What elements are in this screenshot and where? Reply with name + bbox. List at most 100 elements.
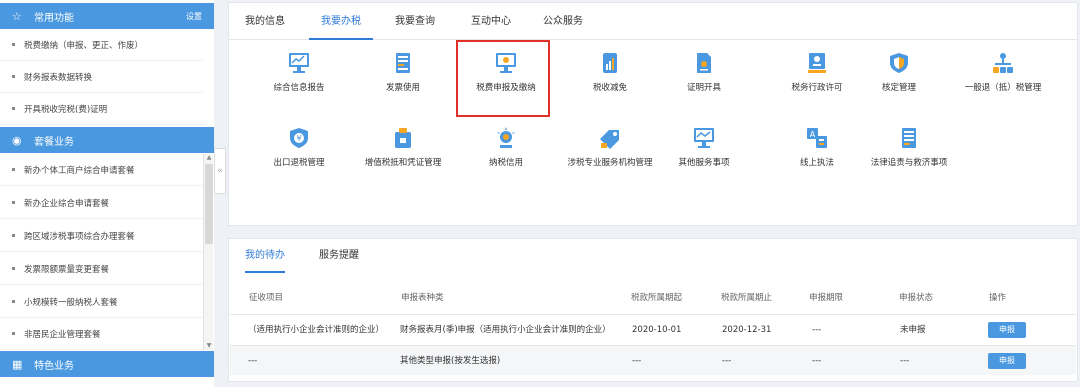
feature-legal-remedy[interactable]: 法律追责与救济事项: [849, 127, 969, 177]
cell-form-type: 其他类型申报(按发生选报): [400, 356, 501, 366]
feature-label: 出口退税管理: [273, 158, 325, 168]
collapse-sidebar-button[interactable]: «: [214, 148, 226, 194]
cell-levy-item: ---: [248, 356, 258, 366]
screen-icon: [694, 128, 714, 148]
sidebar-item-package[interactable]: 新办企业综合申请套餐: [0, 187, 203, 219]
bullet-icon: [12, 300, 15, 303]
bullet-icon: [12, 75, 15, 78]
chart-doc-icon: [603, 53, 617, 73]
feature-label: 纳税信用: [488, 158, 523, 168]
sidebar-item-package[interactable]: 发票限额票量变更套餐: [0, 253, 203, 285]
special-business-title: 特色业务: [34, 360, 74, 372]
col-status: 申报状态: [899, 293, 934, 303]
feature-label: 证明开具: [686, 83, 721, 93]
common-functions-title: 常用功能: [34, 12, 74, 24]
cell-levy-item: （适用执行小企业会计准则的企业）: [248, 325, 385, 335]
tab-query[interactable]: 我要查询: [383, 3, 447, 40]
svg-text:¥: ¥: [296, 134, 301, 143]
declare-button[interactable]: 申报: [988, 322, 1026, 338]
settings-link[interactable]: 设置: [186, 11, 202, 22]
tab-interaction[interactable]: 互动中心: [459, 3, 523, 40]
sidebar-item-package[interactable]: 跨区域涉税事项综合办理套餐: [0, 220, 203, 252]
tab-my-todo[interactable]: 我的待办: [245, 239, 285, 273]
feature-tax-credit[interactable]: 纳税信用: [451, 127, 561, 177]
monitor-chart-icon: [289, 53, 309, 73]
feature-vat-deduction[interactable]: 增值税抵和凭证管理: [348, 127, 458, 177]
declare-button[interactable]: 申报: [988, 353, 1026, 369]
shield-yen-icon: ¥: [290, 128, 308, 148]
tag-icon: [600, 130, 619, 149]
cell-period-end: ---: [722, 356, 732, 366]
sidebar-item-label: 非居民企业管理套餐: [24, 329, 101, 340]
tab-public-service[interactable]: 公众服务: [531, 3, 595, 40]
feature-export-refund[interactable]: ¥ 出口退税管理: [244, 127, 354, 177]
sidebar-item-report-conversion[interactable]: 财务报表数据转换: [0, 61, 203, 93]
bullet-icon: [12, 267, 15, 270]
feature-label: 核定管理: [881, 83, 916, 93]
tax-services-panel: 我的信息 我要办税 我要查询 互动中心 公众服务 综合信息报告 发票使用 税费申…: [228, 2, 1078, 226]
cell-period-start: ---: [632, 356, 642, 366]
sidebar-item-tax-certificate[interactable]: 开具税收完税(费)证明: [0, 93, 203, 125]
cell-status: 未申报: [900, 325, 926, 335]
col-period-end: 税款所属期止: [721, 293, 773, 303]
cell-period-start: 2020-10-01: [632, 325, 682, 335]
sidebar-item-label: 发票限额票量变更套餐: [24, 264, 110, 275]
sidebar-item-label: 财务报表数据转换: [24, 72, 93, 83]
sidebar-item-package[interactable]: 小规模转一般纳税人套餐: [0, 286, 203, 318]
sidebar-item-label: 税费缴纳（申报、更正、作废）: [24, 40, 144, 51]
package-business-title: 套餐业务: [34, 136, 74, 148]
sidebar-item-tax-payment[interactable]: 税费缴纳（申报、更正、作废）: [0, 29, 203, 61]
feature-info-report[interactable]: 综合信息报告: [244, 52, 354, 102]
highlight-box: [456, 40, 550, 117]
todo-panel: 我的待办 服务提醒 征收项目 申报表种类 税款所属期起 税款所属期止 申报期限 …: [228, 238, 1078, 382]
cell-status: ---: [900, 356, 910, 366]
feature-certificate-issue[interactable]: 证明开具: [649, 52, 759, 102]
col-action: 操作: [989, 293, 1007, 303]
col-levy-item: 征收项目: [249, 293, 284, 303]
feature-other-services[interactable]: 其他服务事项: [649, 127, 759, 177]
sidebar: ☆ 常用功能 设置 税费缴纳（申报、更正、作废） 财务报表数据转换 开具税收完税…: [0, 0, 214, 387]
grid-icon: ▦: [12, 357, 23, 371]
table-row: （适用执行小企业会计准则的企业） 财务报表月(季)申报（适用执行小企业会计准则的…: [230, 314, 1076, 344]
scroll-down-icon[interactable]: ▼: [204, 342, 214, 350]
bullet-icon: [12, 43, 15, 46]
special-business-header[interactable]: ▦ 特色业务: [0, 351, 214, 377]
sidebar-item-package[interactable]: 新办个体工商户综合申请套餐: [0, 154, 203, 186]
bullet-icon: [12, 234, 15, 237]
document-icon: [902, 128, 916, 148]
feature-label: 综合信息报告: [273, 83, 325, 93]
package-icon: ◉: [12, 133, 22, 147]
tab-my-info[interactable]: 我的信息: [235, 3, 295, 40]
table-row: --- 其他类型申报(按发生选报) --- --- --- --- 申报: [230, 345, 1076, 375]
package-business-header[interactable]: ◉ 套餐业务: [0, 127, 214, 153]
sidebar-item-label: 跨区域涉税事项综合办理套餐: [24, 231, 135, 242]
tab-service-reminder[interactable]: 服务提醒: [319, 239, 359, 273]
feature-label: 增值税抵和凭证管理: [364, 158, 442, 168]
scrollbar-thumb[interactable]: [205, 164, 213, 244]
star-icon: ☆: [12, 9, 22, 23]
cell-form-type: 财务报表月(季)申报（适用执行小企业会计准则的企业）: [400, 325, 611, 335]
cell-period-end: 2020-12-31: [722, 325, 772, 335]
sidebar-item-package[interactable]: 非居民企业管理套餐: [0, 318, 203, 350]
bullet-icon: [12, 168, 15, 171]
col-period-start: 税款所属期起: [631, 293, 683, 303]
feature-invoice-use[interactable]: 发票使用: [348, 52, 458, 102]
svg-text:A: A: [810, 130, 816, 139]
sidebar-scrollbar[interactable]: ▲ ▼: [203, 154, 213, 350]
license-icon: [808, 53, 826, 73]
sidebar-item-label: 新办企业综合申请套餐: [24, 198, 110, 209]
feature-assessment-management[interactable]: 核定管理: [844, 52, 954, 102]
scroll-up-icon[interactable]: ▲: [204, 154, 214, 162]
shield-icon: [890, 53, 908, 73]
bullet-icon: [12, 332, 15, 335]
col-deadline: 申报期限: [809, 293, 844, 303]
feature-general-refund[interactable]: 一般退（抵）税管理: [948, 52, 1058, 102]
translate-icon: A: [807, 128, 827, 148]
bullet-icon: [12, 107, 15, 110]
common-functions-header[interactable]: ☆ 常用功能 设置: [0, 3, 214, 29]
sidebar-item-label: 新办个体工商户综合申请套餐: [24, 165, 135, 176]
main-tabs: 我的信息 我要办税 我要查询 互动中心 公众服务: [229, 3, 1077, 40]
bullet-icon: [12, 201, 15, 204]
tab-tax-handling[interactable]: 我要办税: [309, 3, 373, 40]
double-chevron-left-icon: «: [217, 166, 223, 176]
